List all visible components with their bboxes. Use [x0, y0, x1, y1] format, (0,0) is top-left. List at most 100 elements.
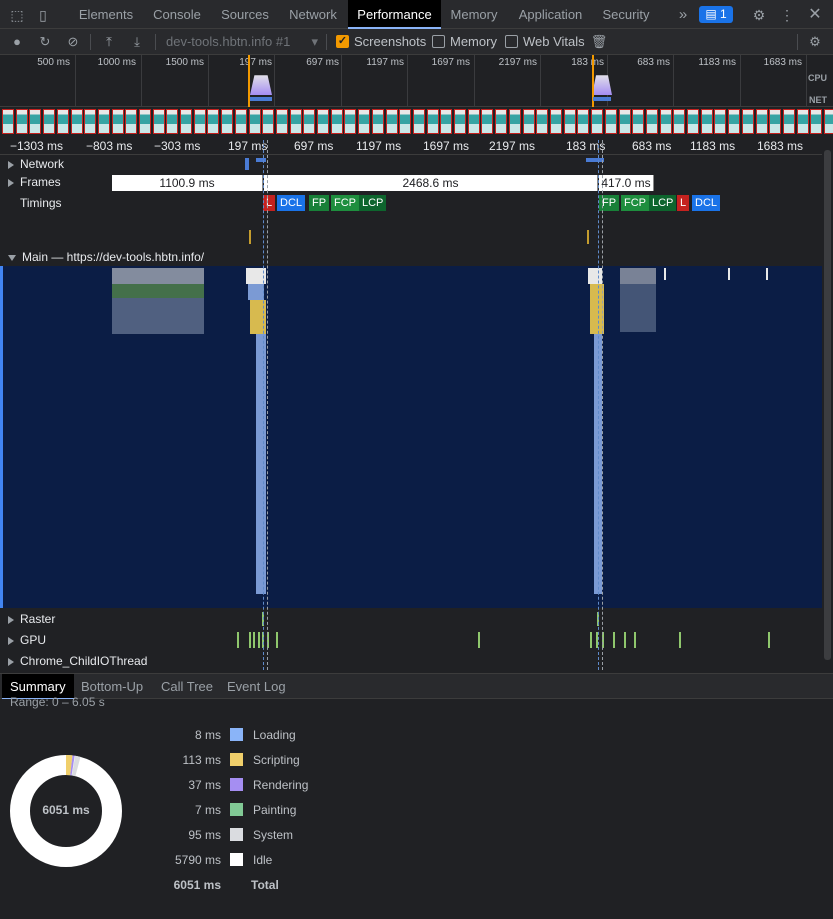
timeline-overview[interactable]: 500 ms 1000 ms 1500 ms 197 ms 697 ms 119… — [0, 55, 833, 107]
clear-icon[interactable]: ⊘ — [64, 33, 82, 51]
gpu-task[interactable] — [634, 632, 636, 648]
gpu-track[interactable]: GPU — [0, 632, 822, 650]
network-request[interactable] — [256, 158, 266, 162]
tab-sources[interactable]: Sources — [212, 0, 278, 29]
more-tabs-icon[interactable]: » — [674, 6, 692, 24]
frame-block[interactable]: 1100.9 ms — [112, 175, 263, 191]
screenshot-thumbnail[interactable] — [180, 109, 192, 134]
screenshot-thumbnail[interactable] — [660, 109, 672, 134]
flame-task[interactable] — [256, 334, 266, 594]
screenshot-thumbnail[interactable] — [29, 109, 41, 134]
flame-task[interactable] — [112, 298, 204, 334]
screenshot-thumbnail[interactable] — [536, 109, 548, 134]
tab-security[interactable]: Security — [594, 0, 658, 29]
screenshot-thumbnail[interactable] — [564, 109, 576, 134]
main-thread-flamechart[interactable] — [0, 266, 822, 608]
screenshot-thumbnail[interactable] — [810, 109, 822, 134]
screenshot-thumbnail[interactable] — [84, 109, 96, 134]
screenshot-thumbnail[interactable] — [112, 109, 124, 134]
screenshot-thumbnail[interactable] — [605, 109, 617, 134]
screenshot-thumbnail[interactable] — [98, 109, 110, 134]
gpu-task[interactable] — [478, 632, 480, 648]
timing-marker[interactable]: DCL — [277, 195, 306, 211]
timing-marker[interactable]: FCP — [331, 195, 359, 211]
inspect-element-icon[interactable]: ⬚ — [8, 6, 26, 24]
screenshot-thumbnail[interactable] — [71, 109, 83, 134]
profile-select[interactable]: dev-tools.hbtn.info #1 ▾ — [160, 33, 320, 51]
flame-task[interactable] — [728, 268, 730, 280]
screenshot-thumbnail[interactable] — [523, 109, 535, 134]
record-icon[interactable]: ● — [8, 33, 26, 51]
scrollbar-thumb[interactable] — [824, 150, 831, 660]
screenshot-thumbnail[interactable] — [262, 109, 274, 134]
screenshot-thumbnail[interactable] — [632, 109, 644, 134]
tab-call-tree[interactable]: Call Tree — [153, 674, 221, 700]
expand-triangle-icon[interactable] — [8, 178, 14, 187]
screenshot-thumbnail[interactable] — [495, 109, 507, 134]
screenshot-thumbnail[interactable] — [728, 109, 740, 134]
gpu-task[interactable] — [679, 632, 681, 648]
screenshot-thumbnail[interactable] — [824, 109, 833, 134]
save-profile-icon[interactable]: ⤓ — [128, 33, 146, 51]
screenshot-thumbnail[interactable] — [16, 109, 28, 134]
flame-task[interactable] — [620, 268, 656, 284]
expand-triangle-icon[interactable] — [8, 615, 14, 624]
screenshot-thumbnail[interactable] — [372, 109, 384, 134]
raster-track[interactable]: Raster — [0, 611, 822, 629]
screenshot-thumbnail[interactable] — [331, 109, 343, 134]
tab-application[interactable]: Application — [507, 0, 594, 29]
timing-marker[interactable]: FCP — [621, 195, 649, 211]
screenshot-thumbnail[interactable] — [221, 109, 233, 134]
gpu-task[interactable] — [624, 632, 626, 648]
gpu-task[interactable] — [590, 632, 592, 648]
screenshot-thumbnail[interactable] — [57, 109, 69, 134]
screenshot-thumbnail[interactable] — [550, 109, 562, 134]
screenshot-thumbnail[interactable] — [386, 109, 398, 134]
screenshot-thumbnail[interactable] — [153, 109, 165, 134]
frame-block[interactable]: 2468.6 ms — [264, 175, 598, 191]
screenshot-thumbnail[interactable] — [427, 109, 439, 134]
timing-marker[interactable]: L — [263, 195, 276, 211]
screenshot-thumbnail[interactable] — [43, 109, 55, 134]
screenshot-thumbnail[interactable] — [249, 109, 261, 134]
screenshot-thumbnail[interactable] — [317, 109, 329, 134]
screenshot-thumbnail[interactable] — [303, 109, 315, 134]
reload-record-icon[interactable]: ↻ — [36, 33, 54, 51]
screenshot-thumbnail[interactable] — [440, 109, 452, 134]
flame-task[interactable] — [112, 268, 204, 284]
capture-settings-gear-icon[interactable]: ⚙ — [806, 33, 824, 51]
frames-track[interactable]: Frames 1100.9 ms 2468.6 ms 417.0 ms — [0, 174, 822, 192]
screenshot-thumbnail[interactable] — [577, 109, 589, 134]
screenshot-thumbnail[interactable] — [125, 109, 137, 134]
network-request[interactable] — [245, 158, 249, 170]
screenshot-thumbnail[interactable] — [646, 109, 658, 134]
screenshot-thumbnail[interactable] — [358, 109, 370, 134]
flame-task[interactable] — [620, 284, 656, 332]
screenshot-thumbnail[interactable] — [756, 109, 768, 134]
expand-triangle-icon[interactable] — [8, 636, 14, 645]
gpu-task[interactable] — [253, 632, 255, 648]
screenshot-thumbnail[interactable] — [207, 109, 219, 134]
flame-task[interactable] — [248, 284, 264, 300]
frame-block[interactable]: 417.0 ms — [599, 175, 654, 191]
gpu-task[interactable] — [258, 632, 260, 648]
screenshot-thumbnail[interactable] — [399, 109, 411, 134]
load-profile-icon[interactable]: ⤒ — [100, 33, 118, 51]
network-track[interactable]: Network — [0, 156, 822, 174]
flame-task[interactable] — [664, 268, 666, 280]
gpu-task[interactable] — [768, 632, 770, 648]
close-devtools-icon[interactable]: ✕ — [806, 6, 824, 24]
screenshot-thumbnail[interactable] — [166, 109, 178, 134]
flame-task[interactable] — [766, 268, 768, 280]
screenshot-thumbnail[interactable] — [769, 109, 781, 134]
tab-memory[interactable]: Memory — [441, 0, 507, 29]
screenshot-thumbnail[interactable] — [742, 109, 754, 134]
settings-gear-icon[interactable]: ⚙ — [750, 6, 768, 24]
gpu-task[interactable] — [276, 632, 278, 648]
device-toolbar-icon[interactable]: ▯ — [34, 6, 52, 24]
expand-triangle-icon[interactable] — [8, 160, 14, 169]
timing-marker[interactable]: FP — [309, 195, 330, 211]
gpu-task[interactable] — [249, 632, 251, 648]
more-options-icon[interactable]: ⋮ — [778, 6, 796, 24]
flame-task[interactable] — [588, 268, 602, 284]
